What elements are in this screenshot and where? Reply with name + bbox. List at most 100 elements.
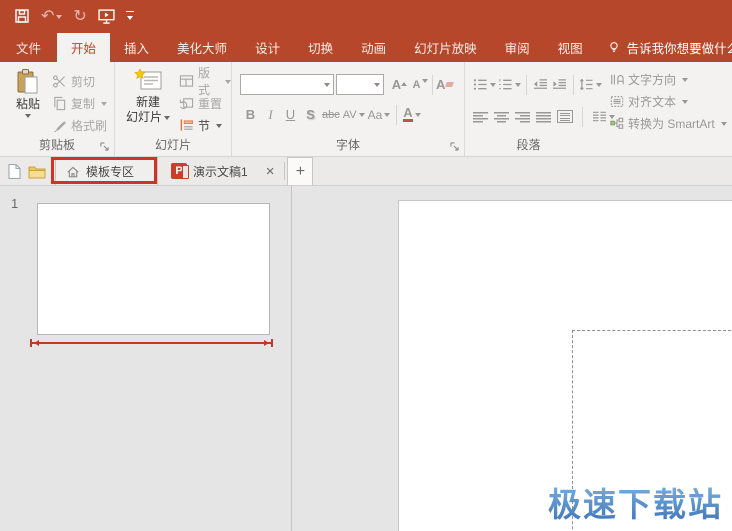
font-size-dropdown-icon[interactable] [374,83,380,90]
align-center-icon[interactable] [494,111,509,123]
divider [396,105,397,125]
increase-font-size-button[interactable]: A [391,74,408,95]
bullets-button[interactable] [473,74,496,95]
align-text-label: 对齐文本 [628,93,676,110]
decrease-indent-button[interactable] [532,74,549,95]
clipboard-group-label: 剪贴板 [0,136,114,153]
tab-animations[interactable]: 动画 [347,33,400,62]
numbering-button[interactable] [498,74,521,95]
format-painter-label: 格式刷 [71,117,107,134]
underline-button[interactable]: U [282,104,299,125]
clipboard-dialog-launcher-icon[interactable] [100,142,109,151]
text-shadow-button[interactable]: S [302,104,319,125]
distribute-icon[interactable] [557,110,573,123]
increase-indent-button[interactable] [551,74,568,95]
section-icon [179,118,194,132]
change-case-button[interactable]: Aa [368,104,391,125]
tab-design[interactable]: 设计 [241,33,294,62]
customize-qat-button[interactable] [126,6,134,26]
paste-icon [15,68,41,96]
copy-dropdown-icon[interactable] [101,102,107,109]
layout-button[interactable]: 版式 [179,70,231,92]
open-folder-icon[interactable] [28,164,46,179]
eraser-icon [445,82,454,87]
layout-dropdown-icon[interactable] [225,80,231,87]
ribbon: 粘贴 剪切 复制 格式刷 剪贴板 [0,62,732,157]
new-tab-button[interactable]: + [287,157,313,185]
slide-editing-canvas[interactable]: 极速下载站 [293,186,732,531]
cut-button[interactable]: 剪切 [52,70,107,92]
decrease-indent-icon [533,78,548,91]
line-spacing-dropdown-icon [596,83,602,90]
tell-me-box[interactable]: 告诉我你想要做什么 [597,33,732,62]
tab-view[interactable]: 视图 [544,33,597,62]
text-direction-dropdown-icon[interactable] [682,78,688,85]
font-size-combo[interactable] [336,74,384,95]
slides-group: 新建 幻灯片 版式 重置 节 幻灯片 [115,62,232,156]
save-icon[interactable] [14,6,30,26]
slideshow-icon [98,8,115,25]
tab-review[interactable]: 审阅 [491,33,544,62]
customize-line-icon [126,11,134,13]
divider [573,75,574,95]
paste-label: 粘贴 [16,97,40,111]
align-right-icon[interactable] [515,111,530,123]
font-name-combo[interactable] [240,74,334,95]
character-spacing-button[interactable]: AV [343,104,365,125]
paste-button[interactable]: 粘贴 [8,68,48,119]
copy-label: 复制 [71,95,95,112]
watermark-text: 极速下载站 [548,478,723,526]
tab-transitions[interactable]: 切换 [294,33,347,62]
align-text-button[interactable]: 对齐文本 [610,90,727,112]
tab-home[interactable]: 开始 [57,33,110,62]
section-dropdown-icon[interactable] [216,124,222,131]
doc-tab-document1[interactable]: P 演示文稿1 [161,157,258,185]
align-left-icon[interactable] [473,111,488,123]
slide-thumbnail-panel[interactable]: 1 [0,186,292,531]
strikethrough-button[interactable]: abc [322,104,340,125]
powerpoint-file-icon: P [171,163,187,179]
tell-me-label: 告诉我你想要做什么 [627,38,732,57]
decrease-font-size-button[interactable]: A [412,74,429,95]
font-dialog-launcher-icon[interactable] [450,142,459,151]
align-text-dropdown-icon[interactable] [682,100,688,107]
tab-slideshow[interactable]: 幻灯片放映 [400,33,491,62]
italic-button[interactable]: I [262,104,279,125]
slides-group-label: 幻灯片 [115,136,231,153]
copy-button[interactable]: 复制 [52,92,107,114]
reset-label: 重置 [198,95,222,112]
paste-dropdown-icon[interactable] [25,114,31,121]
font-color-button[interactable]: A [403,104,420,125]
smartart-dropdown-icon[interactable] [721,122,727,129]
undo-button[interactable]: ↶ [41,6,62,26]
line-spacing-button[interactable] [579,74,602,95]
paragraph-group: 文字方向 对齐文本 转换为 SmartArt 段落 [465,62,732,156]
justify-icon[interactable] [536,111,551,123]
new-document-icon[interactable] [7,163,22,180]
tab-insert[interactable]: 插入 [110,33,163,62]
tab-beautify-master[interactable]: 美化大师 [163,33,241,62]
undo-icon: ↶ [41,8,54,24]
divider [526,75,527,95]
font-name-dropdown-icon[interactable] [324,83,330,90]
reset-button[interactable]: 重置 [179,92,231,114]
undo-dropdown-icon[interactable] [56,15,62,22]
bold-button[interactable]: B [242,104,259,125]
section-button[interactable]: 节 [179,114,231,136]
clear-formatting-button[interactable]: A [436,74,453,95]
slide-1-thumbnail[interactable] [37,203,270,335]
start-slideshow-button[interactable] [98,6,115,26]
format-painter-button[interactable]: 格式刷 [52,114,107,136]
convert-smartart-button[interactable]: 转换为 SmartArt [610,112,727,134]
new-slide-dropdown-icon [164,116,170,123]
redo-icon: ↻ [73,8,86,24]
new-slide-button[interactable]: 新建 幻灯片 [125,68,171,124]
template-tab-label: 模板专区 [86,163,134,180]
doc-tab-template-zone[interactable]: 模板专区 [55,157,158,185]
close-tab-icon[interactable]: × [258,163,283,180]
text-direction-button[interactable]: 文字方向 [610,68,727,90]
redo-button[interactable]: ↻ [73,6,86,26]
tab-file[interactable]: 文件 [0,33,57,62]
new-slide-icon [133,68,163,94]
spacing-dropdown-icon [359,113,365,120]
